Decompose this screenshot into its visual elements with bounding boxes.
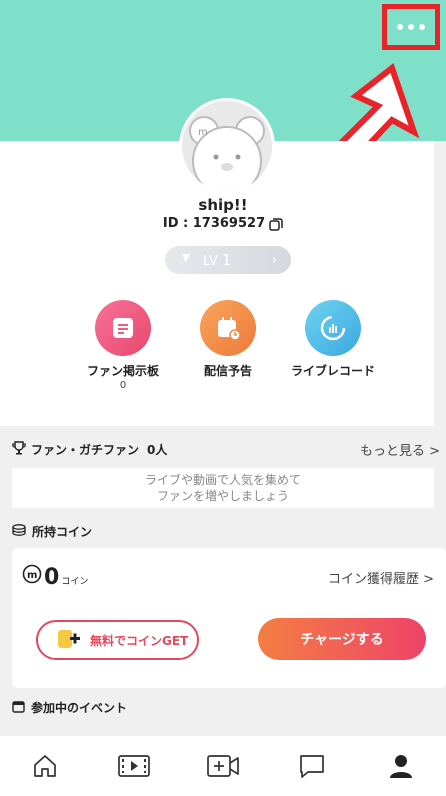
events-section-header: 参加中のイベント <box>12 699 127 716</box>
more-dot-icon <box>408 24 414 30</box>
svg-text:m: m <box>198 127 208 138</box>
avatar[interactable]: m <box>179 98 275 194</box>
coins-card: m 0 コイン コイン獲得履歴 > 無料でコインGET チャージする <box>12 548 446 688</box>
menu-label: 配信予告 <box>203 364 252 378</box>
more-options-button[interactable] <box>382 4 440 50</box>
copy-icon[interactable] <box>269 217 283 231</box>
fans-title: ファン・ガチファン <box>31 443 140 457</box>
events-title: 参加中のイベント <box>31 701 128 715</box>
coins-section-header: 所持コイン <box>12 523 92 540</box>
fans-section-header: ファン・ガチファン 0人 もっと見る > <box>12 440 440 459</box>
calendar-small-icon <box>12 700 25 716</box>
coins-title: 所持コイン <box>32 525 93 539</box>
username: ship!! <box>198 196 248 214</box>
menu-fan-board[interactable]: ファン掲示板 0 <box>68 300 178 391</box>
menu-broadcast-schedule[interactable]: 配信予告 <box>173 300 283 379</box>
charge-button[interactable]: チャージする <box>258 618 426 660</box>
person-icon <box>390 755 413 778</box>
more-dot-icon <box>419 24 425 30</box>
tab-broadcast[interactable] <box>203 746 243 786</box>
level-text: LV 1 <box>203 251 232 269</box>
tab-home[interactable] <box>25 746 65 786</box>
trophy-icon <box>12 441 26 458</box>
fans-empty-line: ライブや動画で人気を集めて <box>144 473 301 487</box>
chevron-right-icon: › <box>271 252 277 268</box>
record-icon <box>305 300 361 356</box>
fans-more-link[interactable]: もっと見る > <box>360 440 440 459</box>
calendar-icon <box>200 300 256 356</box>
tab-messages[interactable] <box>292 746 332 786</box>
menu-live-record[interactable]: ライブレコード <box>278 300 388 379</box>
bottom-tab-bar <box>0 736 446 796</box>
level-leaf-icon <box>179 251 193 269</box>
coins-stack-icon <box>12 524 26 539</box>
level-badge[interactable]: LV 1 › <box>165 246 291 274</box>
menu-label: ファン掲示板 <box>86 364 159 378</box>
home-icon <box>33 755 56 777</box>
free-coin-label: 無料でコインGET <box>90 633 189 648</box>
user-id-row: ID : 17369527 <box>0 216 446 231</box>
fans-count: 0人 <box>147 443 168 457</box>
coin-m-icon: m <box>22 564 42 588</box>
fans-empty-message: ライブや動画で人気を集めて ファンを増やしましょう <box>12 468 434 508</box>
add-video-icon <box>207 755 239 777</box>
coin-unit: コイン <box>61 577 89 587</box>
coin-plus-icon <box>56 628 82 653</box>
svg-text:m: m <box>27 570 37 581</box>
more-dot-icon <box>397 24 403 30</box>
coin-balance: m 0 コイン <box>22 564 88 590</box>
tab-profile[interactable] <box>381 746 421 786</box>
bear-avatar-icon: m <box>189 116 265 191</box>
fans-empty-line: ファンを増やしましょう <box>156 489 289 503</box>
menu-label: ライブレコード <box>290 364 375 378</box>
coin-history-link[interactable]: コイン獲得履歴 > <box>328 568 434 587</box>
chat-icon <box>300 755 325 778</box>
coin-amount: 0 <box>44 565 60 590</box>
free-coin-button[interactable]: 無料でコインGET <box>36 620 199 660</box>
user-id: ID : 17369527 <box>162 216 266 231</box>
tab-videos[interactable] <box>114 746 154 786</box>
menu-count: 0 <box>119 380 127 391</box>
video-list-icon <box>117 755 150 777</box>
board-icon <box>95 300 151 356</box>
